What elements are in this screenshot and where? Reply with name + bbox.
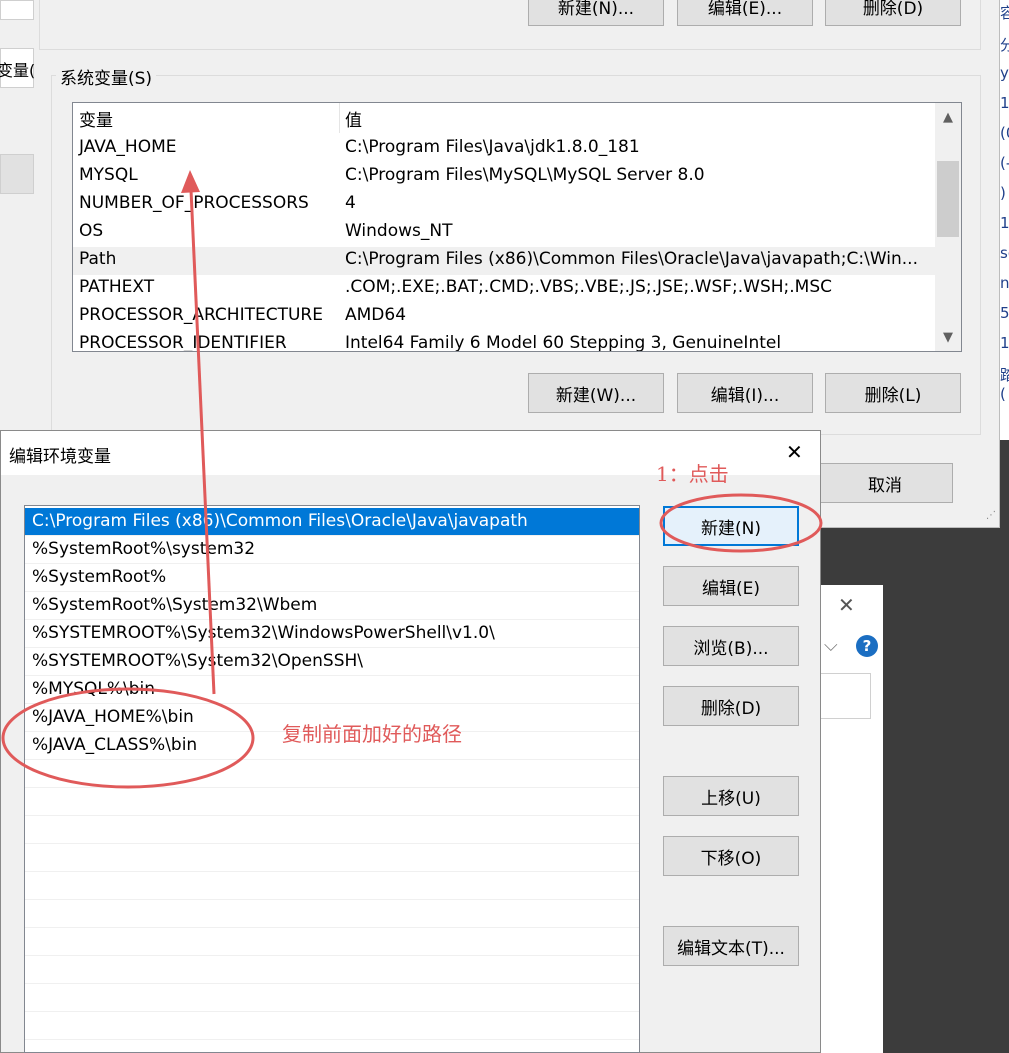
annotation-copy-paths: 复制前面加好的路径 (282, 722, 462, 746)
annotation-step1: 1：点击 (656, 462, 729, 486)
annotation-circle-new-button (659, 493, 823, 553)
annotation-arrowhead (181, 170, 200, 193)
annotation-overlay (1, 170, 823, 789)
annotation-arrow-shaft (189, 189, 216, 695)
annotation-circle-new-paths (1, 687, 255, 789)
